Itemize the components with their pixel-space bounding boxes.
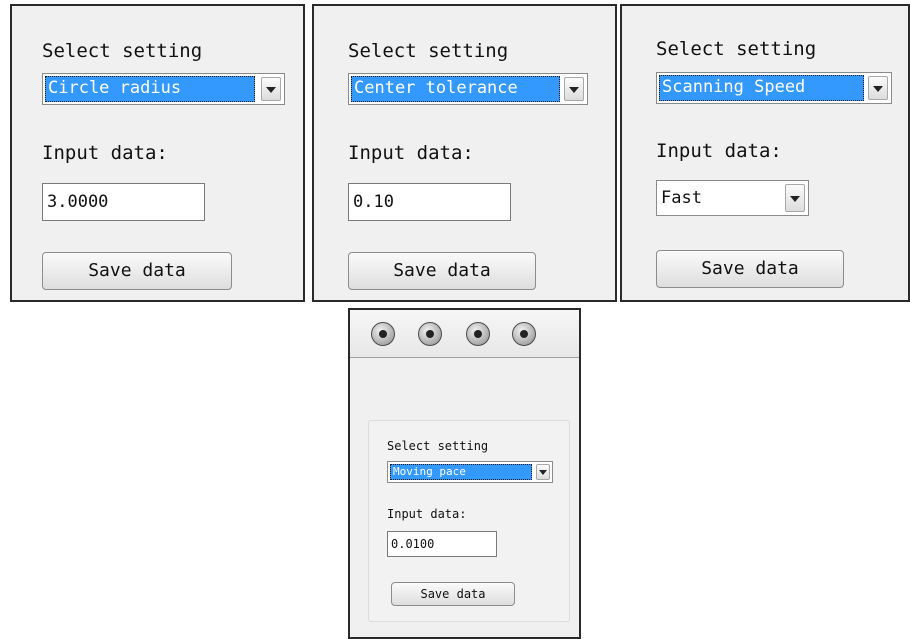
setting-dropdown-selected: Circle radius xyxy=(45,76,255,102)
arrow-right-icon[interactable] xyxy=(512,322,536,346)
select-setting-label: Select setting xyxy=(348,40,509,62)
setting-dropdown-selected: Scanning Speed xyxy=(659,75,864,101)
setting-dropdown[interactable]: Moving pace xyxy=(387,461,553,483)
select-setting-label: Select setting xyxy=(387,439,489,453)
settings-panel-center-tolerance: Select setting Center tolerance Input da… xyxy=(312,4,617,302)
dropdown-arrow-icon[interactable] xyxy=(564,77,584,101)
select-setting-label: Select setting xyxy=(656,38,817,60)
dropdown-arrow-icon[interactable] xyxy=(261,77,281,101)
save-data-button[interactable]: Save data xyxy=(656,250,844,288)
settings-group: Select setting Moving pace Input data: 0… xyxy=(368,420,570,622)
input-data-label: Input data: xyxy=(656,140,782,162)
input-data-selected: Fast xyxy=(661,188,702,208)
settings-panel-scanning-speed: Select setting Scanning Speed Input data… xyxy=(620,4,910,302)
save-data-button[interactable]: Save data xyxy=(391,582,515,606)
direction-toolbar xyxy=(350,310,579,358)
setting-dropdown[interactable]: Scanning Speed xyxy=(656,72,892,104)
dropdown-arrow-icon[interactable] xyxy=(785,184,805,212)
setting-dropdown[interactable]: Center tolerance xyxy=(348,73,588,105)
dropdown-arrow-icon[interactable] xyxy=(868,76,888,100)
dropdown-arrow-icon[interactable] xyxy=(536,464,550,480)
setting-dropdown-selected: Center tolerance xyxy=(351,76,560,102)
input-data-field[interactable]: 0.0100 xyxy=(387,531,497,557)
save-data-button[interactable]: Save data xyxy=(42,252,232,290)
arrow-up-icon[interactable] xyxy=(371,322,395,346)
setting-dropdown[interactable]: Circle radius xyxy=(42,73,285,105)
arrow-left-icon[interactable] xyxy=(466,322,490,346)
input-data-label: Input data: xyxy=(387,507,467,521)
movement-panel: Select setting Moving pace Input data: 0… xyxy=(348,308,581,639)
settings-panel-circle-radius: Select setting Circle radius Input data:… xyxy=(10,4,305,302)
arrow-down-icon[interactable] xyxy=(418,322,442,346)
input-data-label: Input data: xyxy=(42,142,168,164)
save-data-button[interactable]: Save data xyxy=(348,252,536,290)
select-setting-label: Select setting xyxy=(42,40,203,62)
input-data-field[interactable]: 3.0000 xyxy=(42,183,205,221)
input-data-field[interactable]: 0.10 xyxy=(348,183,511,221)
setting-dropdown-selected: Moving pace xyxy=(390,464,532,480)
input-data-dropdown[interactable]: Fast xyxy=(656,180,809,216)
input-data-label: Input data: xyxy=(348,142,474,164)
